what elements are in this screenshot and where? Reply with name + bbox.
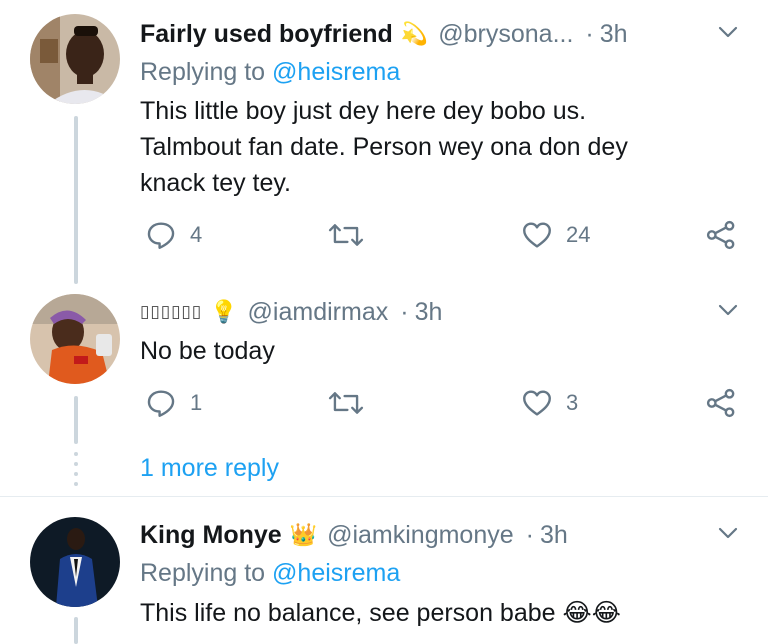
tweet-text-line: No be today — [140, 337, 275, 365]
more-replies-link[interactable]: 1 more reply — [140, 454, 279, 483]
like-icon — [520, 218, 554, 252]
thread-line — [74, 116, 78, 284]
replying-to-label: Replying to — [140, 58, 266, 86]
share-button[interactable] — [704, 386, 738, 420]
like-button[interactable]: 24 — [520, 218, 590, 252]
avatar[interactable] — [30, 14, 120, 104]
user-handle[interactable]: @iamdirmax — [248, 298, 389, 327]
retweet-button[interactable] — [328, 386, 364, 420]
tweet-actions: 4 24 — [140, 218, 768, 258]
user-handle[interactable]: @iamkingmonye — [327, 521, 514, 550]
tweet-text: This life no balance, see person babe 😂😂 — [140, 595, 621, 631]
separator-dot: · — [525, 520, 534, 549]
replying-to: Replying to @heisrema — [140, 58, 400, 87]
reply-icon — [144, 386, 178, 420]
light-bulb-emoji-icon: 💡 — [210, 299, 238, 324]
tweet-text-line: knack tey tey. — [140, 169, 291, 197]
display-name[interactable]: ▯▯▯▯▯▯ — [140, 302, 202, 322]
share-icon — [704, 218, 738, 252]
thread-line — [74, 617, 78, 644]
tweet-text-line: Talmbout fan date. Person wey ona don de… — [140, 133, 628, 161]
thread-line — [74, 396, 78, 444]
share-icon — [704, 386, 738, 420]
retweet-icon — [328, 218, 364, 252]
avatar[interactable] — [30, 517, 120, 607]
like-button[interactable]: 3 — [520, 386, 578, 420]
chevron-down-icon[interactable] — [716, 298, 740, 327]
tweet-text-line: This little boy just dey here dey bobo u… — [140, 97, 587, 125]
avatar[interactable] — [30, 294, 120, 384]
tweet-text-line: This life no balance, see person babe 😂😂 — [140, 599, 621, 627]
like-icon — [520, 386, 554, 420]
reply-button[interactable]: 1 — [144, 386, 202, 420]
mention-link[interactable]: @heisrema — [272, 58, 400, 86]
tweet-3[interactable]: King Monye 👑 @iamkingmonye · 3h Replying… — [0, 497, 768, 644]
crown-emoji-icon: 👑 — [289, 522, 318, 547]
tweet-2[interactable]: ▯▯▯▯▯▯ 💡 @iamdirmax · 3h No be today 1 3 — [0, 290, 768, 496]
retweet-button[interactable] — [328, 218, 364, 252]
tweet-text: This little boy just dey here dey bobo u… — [140, 93, 628, 201]
user-handle[interactable]: @brysona... — [438, 20, 573, 49]
tweet-text: No be today — [140, 333, 275, 369]
tweet-1[interactable]: Fairly used boyfriend 💫 @brysona... · 3h… — [0, 0, 768, 290]
timestamp[interactable]: 3h — [540, 521, 568, 550]
tweet-header: ▯▯▯▯▯▯ 💡 @iamdirmax · 3h — [140, 295, 768, 329]
dizzy-emoji-icon: 💫 — [400, 21, 429, 46]
like-count: 24 — [566, 222, 591, 247]
reply-button[interactable]: 4 — [144, 218, 202, 252]
separator-dot: · — [400, 297, 409, 326]
thread-dots — [74, 452, 78, 492]
mention-link[interactable]: @heisrema — [272, 559, 400, 587]
tweet-header: Fairly used boyfriend 💫 @brysona... · 3h — [140, 17, 768, 51]
separator-dot: · — [585, 19, 594, 48]
reply-count: 1 — [190, 390, 203, 415]
reply-count: 4 — [190, 222, 203, 247]
timestamp[interactable]: 3h — [600, 20, 628, 49]
timestamp[interactable]: 3h — [415, 298, 443, 327]
like-count: 3 — [566, 390, 579, 415]
tweet-actions: 1 3 — [140, 386, 768, 426]
replying-to: Replying to @heisrema — [140, 559, 400, 588]
tweet-header: King Monye 👑 @iamkingmonye · 3h — [140, 518, 768, 552]
chevron-down-icon[interactable] — [716, 521, 740, 550]
retweet-icon — [328, 386, 364, 420]
replying-to-label: Replying to — [140, 559, 266, 587]
share-button[interactable] — [704, 218, 738, 252]
chevron-down-icon[interactable] — [716, 20, 740, 49]
display-name[interactable]: Fairly used boyfriend — [140, 20, 393, 49]
display-name[interactable]: King Monye — [140, 521, 282, 550]
reply-icon — [144, 218, 178, 252]
